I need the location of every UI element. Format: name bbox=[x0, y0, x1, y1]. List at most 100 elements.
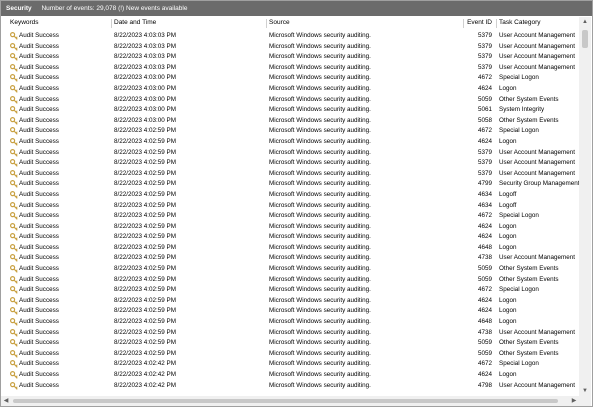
table-row[interactable]: Audit Success 8/22/2023 4:02:59 PM Microso… bbox=[1, 232, 579, 243]
key-icon bbox=[10, 148, 18, 157]
table-row[interactable]: Audit Success 8/22/2023 4:02:59 PM Microso… bbox=[1, 179, 579, 190]
column-divider[interactable] bbox=[496, 19, 497, 28]
table-row[interactable]: Audit Success 8/22/2023 4:02:42 PM Microso… bbox=[1, 381, 579, 392]
column-header-keywords[interactable]: Keywords bbox=[10, 17, 39, 29]
table-row[interactable]: Audit Success 8/22/2023 4:02:59 PM Microso… bbox=[1, 137, 579, 148]
cell-datetime: 8/22/2023 4:02:42 PM bbox=[114, 381, 176, 389]
cell-datetime: 8/22/2023 4:02:59 PM bbox=[114, 286, 176, 294]
cell-task-category: Special Logon bbox=[499, 127, 539, 135]
table-row[interactable]: Audit Success 8/22/2023 4:02:59 PM Microso… bbox=[1, 126, 579, 137]
cell-datetime: 8/22/2023 4:02:59 PM bbox=[114, 296, 176, 304]
vertical-scroll-thumb[interactable] bbox=[582, 30, 588, 48]
table-row[interactable]: Audit Success 8/22/2023 4:03:03 PM Microso… bbox=[1, 42, 579, 53]
cell-keywords: Audit Success bbox=[19, 106, 59, 114]
chevron-left-icon: ◀ bbox=[3, 398, 9, 404]
table-row[interactable]: Audit Success 8/22/2023 4:03:03 PM Microso… bbox=[1, 52, 579, 63]
table-row[interactable]: Audit Success 8/22/2023 4:02:59 PM Microso… bbox=[1, 148, 579, 159]
key-icon bbox=[10, 95, 18, 104]
cell-event-id: 5061 bbox=[477, 106, 492, 114]
table-row[interactable]: Audit Success 8/22/2023 4:02:59 PM Microso… bbox=[1, 296, 579, 307]
column-header-task-category[interactable]: Task Category bbox=[499, 17, 579, 29]
table-row[interactable]: Audit Success 8/22/2023 4:03:00 PM Microso… bbox=[1, 116, 579, 127]
key-icon bbox=[10, 233, 18, 242]
table-row[interactable]: Audit Success 8/22/2023 4:02:59 PM Microso… bbox=[1, 317, 579, 328]
column-divider[interactable] bbox=[111, 19, 112, 28]
cell-event-id: 4634 bbox=[477, 201, 492, 209]
table-row[interactable]: Audit Success 8/22/2023 4:02:59 PM Microso… bbox=[1, 253, 579, 264]
column-header-datetime[interactable]: Date and Time bbox=[114, 17, 156, 29]
table-row[interactable]: Audit Success 8/22/2023 4:03:03 PM Microso… bbox=[1, 63, 579, 74]
cell-event-id: 4738 bbox=[477, 328, 492, 336]
vertical-scrollbar[interactable]: ▲ ▼ bbox=[579, 17, 591, 396]
scroll-up-button[interactable]: ▲ bbox=[579, 17, 591, 27]
cell-event-id: 4624 bbox=[477, 222, 492, 230]
table-row[interactable]: Audit Success 8/22/2023 4:02:59 PM Microso… bbox=[1, 169, 579, 180]
chevron-up-icon: ▲ bbox=[582, 19, 588, 25]
scroll-left-button[interactable]: ◀ bbox=[1, 396, 11, 406]
cell-task-category: Other System Events bbox=[499, 265, 559, 273]
key-icon bbox=[10, 201, 18, 210]
table-row[interactable]: Audit Success 8/22/2023 4:03:00 PM Microso… bbox=[1, 73, 579, 84]
column-divider[interactable] bbox=[266, 19, 267, 28]
table-row[interactable]: Audit Success 8/22/2023 4:02:59 PM Microso… bbox=[1, 211, 579, 222]
table-row[interactable]: Audit Success 8/22/2023 4:02:59 PM Microso… bbox=[1, 275, 579, 286]
cell-source: Microsoft Windows security auditing. bbox=[269, 127, 371, 135]
key-icon bbox=[10, 127, 18, 136]
cell-event-id: 5059 bbox=[477, 95, 492, 103]
table-row[interactable]: Audit Success 8/22/2023 4:02:59 PM Microso… bbox=[1, 243, 579, 254]
cell-datetime: 8/22/2023 4:03:03 PM bbox=[114, 32, 176, 39]
table-row[interactable]: Audit Success 8/22/2023 4:02:59 PM Microso… bbox=[1, 328, 579, 339]
scroll-right-button[interactable]: ▶ bbox=[569, 396, 579, 406]
cell-source: Microsoft Windows security auditing. bbox=[269, 296, 371, 304]
table-row[interactable]: Audit Success 8/22/2023 4:03:00 PM Microso… bbox=[1, 84, 579, 95]
key-icon bbox=[10, 381, 18, 390]
cell-source: Microsoft Windows security auditing. bbox=[269, 212, 371, 220]
table-row[interactable]: Audit Success 8/22/2023 4:02:42 PM Microso… bbox=[1, 370, 579, 381]
table-row[interactable]: Audit Success 8/22/2023 4:02:59 PM Microso… bbox=[1, 190, 579, 201]
chevron-right-icon: ▶ bbox=[571, 398, 577, 404]
table-row[interactable]: Audit Success 8/22/2023 4:02:59 PM Microso… bbox=[1, 349, 579, 360]
table-row[interactable]: Audit Success 8/22/2023 4:02:59 PM Microso… bbox=[1, 338, 579, 349]
scroll-down-button[interactable]: ▼ bbox=[579, 386, 591, 396]
table-row[interactable]: Audit Success 8/22/2023 4:02:59 PM Microso… bbox=[1, 222, 579, 233]
cell-event-id: 4624 bbox=[477, 296, 492, 304]
cell-source: Microsoft Windows security auditing. bbox=[269, 95, 371, 103]
cell-event-id: 5059 bbox=[477, 339, 492, 347]
cell-source: Microsoft Windows security auditing. bbox=[269, 254, 371, 262]
key-icon bbox=[10, 32, 18, 40]
table-row[interactable]: Audit Success 8/22/2023 4:02:42 PM Microso… bbox=[1, 359, 579, 370]
cell-keywords: Audit Success bbox=[19, 307, 59, 315]
horizontal-scrollbar[interactable]: ◀ ▶ bbox=[1, 396, 579, 406]
key-icon bbox=[10, 53, 18, 61]
cell-event-id: 5059 bbox=[477, 265, 492, 273]
horizontal-scroll-thumb[interactable] bbox=[13, 399, 558, 403]
cell-datetime: 8/22/2023 4:02:42 PM bbox=[114, 371, 176, 378]
key-icon bbox=[10, 360, 18, 369]
cell-datetime: 8/22/2023 4:02:59 PM bbox=[114, 169, 176, 177]
cell-datetime: 8/22/2023 4:02:59 PM bbox=[114, 307, 176, 315]
cell-source: Microsoft Windows security auditing. bbox=[269, 275, 371, 283]
column-header-event-id[interactable]: Event ID bbox=[467, 17, 492, 29]
cell-event-id: 5379 bbox=[477, 53, 492, 61]
cell-datetime: 8/22/2023 4:03:00 PM bbox=[114, 74, 176, 82]
cell-event-id: 4624 bbox=[477, 233, 492, 241]
table-row[interactable]: Audit Success 8/22/2023 4:02:59 PM Microso… bbox=[1, 264, 579, 275]
key-icon bbox=[10, 74, 18, 83]
cell-task-category: Logon bbox=[499, 137, 517, 145]
table-row[interactable]: Audit Success 8/22/2023 4:02:59 PM Microso… bbox=[1, 285, 579, 296]
cell-source: Microsoft Windows security auditing. bbox=[269, 63, 371, 71]
table-row[interactable]: Audit Success 8/22/2023 4:03:00 PM Microso… bbox=[1, 95, 579, 106]
key-icon bbox=[10, 222, 18, 231]
table-row[interactable]: Audit Success 8/22/2023 4:02:59 PM Microso… bbox=[1, 158, 579, 169]
cell-task-category: Logon bbox=[499, 243, 517, 251]
cell-keywords: Audit Success bbox=[19, 275, 59, 283]
cell-source: Microsoft Windows security auditing. bbox=[269, 180, 371, 188]
table-row[interactable]: Audit Success 8/22/2023 4:02:59 PM Microso… bbox=[1, 306, 579, 317]
table-row[interactable]: Audit Success 8/22/2023 4:03:03 PM Microso… bbox=[1, 31, 579, 42]
table-row[interactable]: Audit Success 8/22/2023 4:03:00 PM Microso… bbox=[1, 105, 579, 116]
column-divider[interactable] bbox=[463, 19, 464, 28]
table-row[interactable]: Audit Success 8/22/2023 4:02:59 PM Microso… bbox=[1, 201, 579, 212]
column-header-source[interactable]: Source bbox=[269, 17, 290, 29]
scrollbar-corner bbox=[579, 396, 591, 406]
cell-keywords: Audit Success bbox=[19, 74, 59, 82]
